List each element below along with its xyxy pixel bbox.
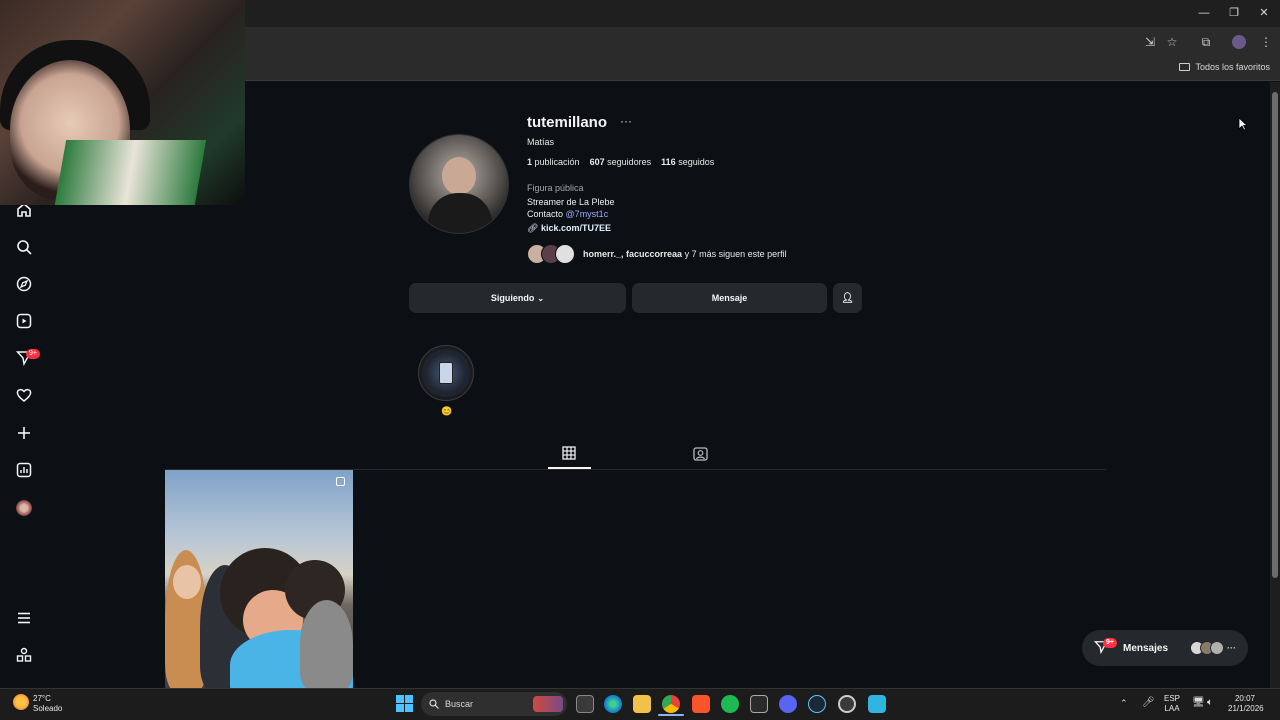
profile-picture[interactable] bbox=[409, 134, 509, 234]
more-conversations: ··· bbox=[1227, 643, 1237, 653]
followed-by-row[interactable]: homerr._, facuccorreaa y 7 más siguen es… bbox=[527, 243, 787, 265]
chevron-down-icon: ⌄ bbox=[537, 293, 545, 303]
file-explorer-icon[interactable] bbox=[633, 695, 651, 713]
microphone-icon[interactable]: 🎤︎ bbox=[1142, 697, 1155, 708]
followed-by-text: homerr._, facuccorreaa y 7 más siguen es… bbox=[583, 249, 787, 259]
start-button[interactable] bbox=[396, 695, 413, 712]
chrome-icon[interactable] bbox=[662, 695, 680, 713]
profile-contact: Contacto @7myst1c bbox=[527, 209, 609, 219]
clock[interactable]: 20:07 21/1/2026 bbox=[1228, 694, 1264, 714]
taskbar-search[interactable]: Buscar bbox=[421, 692, 567, 716]
suggested-users-button[interactable]: 👤︎ bbox=[833, 283, 862, 313]
search-icon[interactable] bbox=[15, 239, 33, 257]
messages-badge: 9+ bbox=[26, 349, 40, 359]
add-user-icon: 👤︎ bbox=[841, 292, 854, 304]
profile-category: Figura pública bbox=[527, 183, 584, 193]
steam-icon[interactable] bbox=[808, 695, 826, 713]
external-link[interactable]: 🔗︎ kick.com/TU7EE bbox=[527, 223, 611, 234]
weather-sun-icon[interactable] bbox=[13, 694, 29, 710]
all-bookmarks-label: Todos los favoritos bbox=[1195, 62, 1270, 72]
link-icon: 🔗︎ bbox=[527, 223, 539, 233]
messages-bar-label: Mensajes bbox=[1122, 642, 1169, 654]
conversation-avatar bbox=[1210, 641, 1225, 655]
profile-full-name: Matías bbox=[527, 137, 555, 147]
profile-username: tutemillano bbox=[527, 114, 608, 131]
obs-icon[interactable] bbox=[838, 695, 856, 713]
highlight-cover-image bbox=[439, 362, 453, 384]
browser-profile-avatar[interactable] bbox=[1232, 35, 1246, 49]
spotify-icon[interactable] bbox=[721, 695, 739, 713]
search-highlight-icon bbox=[533, 696, 563, 712]
webcam-person-shirt bbox=[53, 140, 207, 205]
epic-games-icon[interactable] bbox=[750, 695, 768, 713]
browser-menu-icon[interactable]: ⋮ bbox=[1257, 33, 1275, 51]
heart-icon[interactable] bbox=[15, 387, 33, 405]
contact-handle-link[interactable]: @7myst1c bbox=[566, 209, 609, 219]
discord-icon[interactable] bbox=[779, 695, 797, 713]
folder-icon bbox=[1179, 63, 1191, 71]
bookmark-star-icon[interactable]: ☆ bbox=[1163, 33, 1181, 51]
carousel-icon bbox=[336, 477, 345, 486]
show-hidden-icons-icon[interactable]: ⌃ bbox=[1120, 698, 1128, 709]
volume-icon[interactable]: 🔈︎ bbox=[1207, 697, 1213, 708]
reels-icon[interactable] bbox=[15, 313, 33, 331]
weather-widget[interactable]: 27°C Soleado bbox=[33, 694, 62, 714]
maximize-button[interactable]: ❐ bbox=[1224, 4, 1244, 22]
following-stat[interactable]: 116 seguidos bbox=[661, 157, 714, 167]
profile-options-button[interactable]: ··· bbox=[620, 114, 632, 128]
webcam-overlay bbox=[0, 0, 245, 205]
profile-bio: Streamer de La Plebe bbox=[527, 197, 615, 207]
close-window-button[interactable]: ✕ bbox=[1254, 4, 1274, 22]
following-button[interactable]: Siguiendo ⌄ bbox=[409, 283, 626, 313]
create-icon[interactable] bbox=[15, 425, 33, 443]
language-indicator[interactable]: ESP LAA bbox=[1164, 694, 1180, 714]
scrollbar-thumb[interactable] bbox=[1272, 92, 1278, 578]
brave-icon[interactable] bbox=[692, 695, 710, 713]
minimize-button[interactable]: — bbox=[1194, 4, 1214, 22]
network-icon[interactable]: 🖥︎ bbox=[1192, 697, 1205, 708]
install-app-icon[interactable]: ⇲ bbox=[1141, 33, 1159, 51]
menu-icon[interactable] bbox=[15, 610, 33, 628]
mouse-cursor-icon bbox=[1238, 117, 1249, 136]
message-button[interactable]: Mensaje bbox=[632, 283, 827, 313]
messages-bar[interactable]: 9+ Mensajes ··· bbox=[1082, 630, 1248, 666]
extensions-icon[interactable]: ⧉ bbox=[1197, 33, 1215, 51]
tab-posts[interactable] bbox=[561, 446, 577, 462]
story-highlight[interactable] bbox=[418, 345, 474, 401]
task-view-icon[interactable] bbox=[576, 695, 594, 713]
highlight-title: 😊 bbox=[441, 406, 453, 416]
follower-avatar bbox=[555, 244, 575, 264]
dashboard-icon[interactable] bbox=[15, 462, 33, 480]
search-icon bbox=[429, 699, 439, 709]
post-thumbnail[interactable] bbox=[165, 470, 353, 688]
posts-stat: 1 publicación bbox=[527, 157, 580, 167]
tab-tagged[interactable] bbox=[692, 446, 708, 462]
grid-icon bbox=[562, 446, 576, 460]
active-tab-indicator bbox=[548, 467, 591, 469]
edge-icon[interactable] bbox=[604, 695, 622, 713]
profile-stats: 1 publicación 607 seguidores 116 seguido… bbox=[527, 157, 714, 167]
also-from-meta-icon[interactable] bbox=[15, 647, 33, 665]
messages-bar-badge: 9+ bbox=[1103, 638, 1117, 648]
followers-stat[interactable]: 607 seguidores bbox=[590, 157, 652, 167]
explore-icon[interactable] bbox=[15, 276, 33, 294]
windows-logo-icon bbox=[396, 695, 413, 712]
chrome-active-indicator bbox=[658, 714, 684, 716]
all-bookmarks-button[interactable]: Todos los favoritos bbox=[1179, 59, 1270, 75]
profile-avatar[interactable] bbox=[16, 500, 32, 516]
tagged-icon bbox=[692, 447, 708, 461]
app-icon[interactable] bbox=[868, 695, 886, 713]
